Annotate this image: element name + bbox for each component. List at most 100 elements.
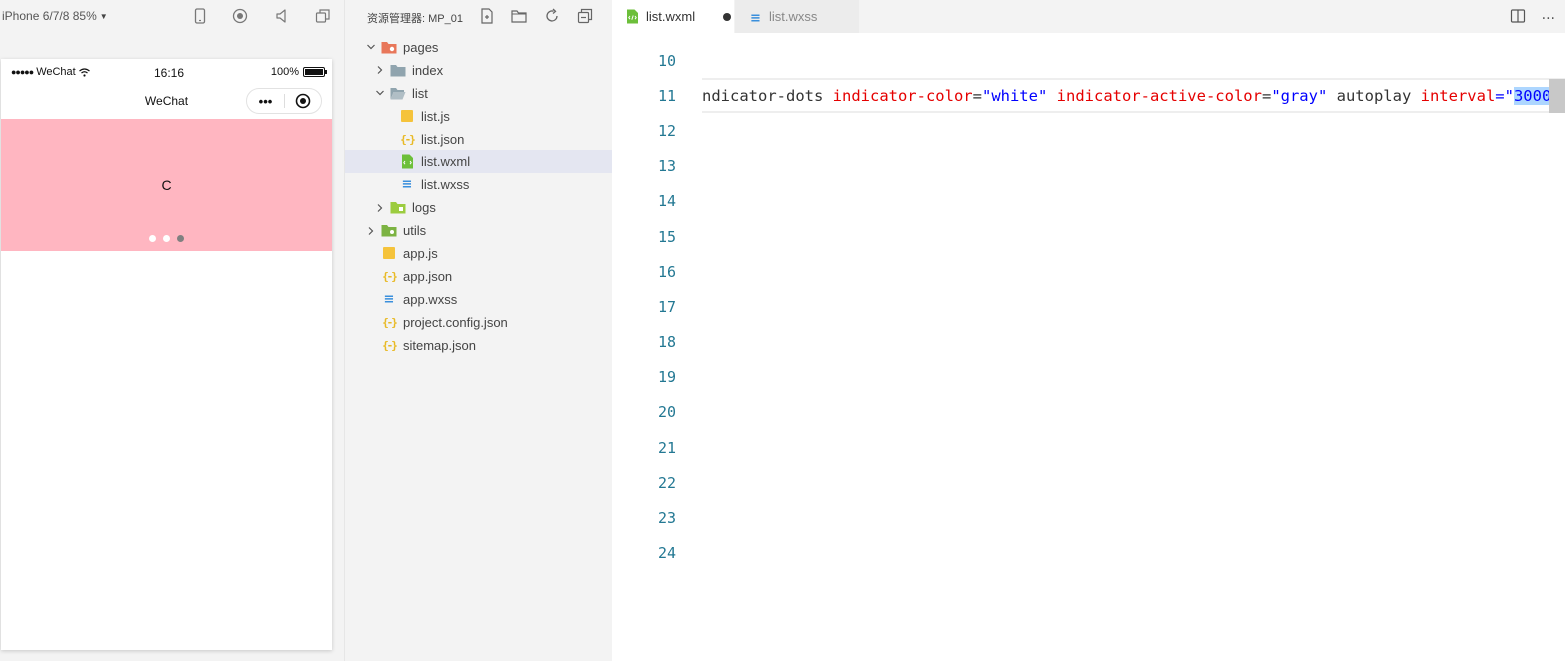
tree-item-label: app.wxss bbox=[403, 291, 458, 307]
chevron-right-icon bbox=[374, 65, 386, 75]
code-line[interactable] bbox=[702, 325, 1565, 360]
tab-list-wxml[interactable]: list.wxml bbox=[612, 0, 734, 33]
tree-item-logs[interactable]: logs bbox=[345, 196, 613, 219]
code-token: 3000 bbox=[1513, 86, 1552, 105]
new-folder-icon[interactable] bbox=[511, 8, 527, 24]
tree-item-list-wxss[interactable]: ≡ list.wxss bbox=[345, 173, 613, 196]
code-line[interactable] bbox=[702, 465, 1565, 500]
more-icon[interactable]: ••• bbox=[247, 94, 284, 109]
phone-icon[interactable] bbox=[192, 8, 208, 24]
code-line[interactable] bbox=[702, 149, 1565, 184]
indicator-dot bbox=[163, 235, 170, 242]
code-line[interactable] bbox=[702, 43, 1565, 78]
signal-icon: ●●●●● bbox=[11, 67, 34, 77]
tree-item-label: utils bbox=[403, 223, 427, 239]
tree-item-pages[interactable]: pages bbox=[345, 36, 613, 59]
tree-item-app-wxss[interactable]: ≡ app.wxss bbox=[345, 288, 613, 311]
code-token: indicator-active-color bbox=[1056, 86, 1262, 105]
code-line[interactable] bbox=[702, 254, 1565, 289]
folder-icon bbox=[390, 63, 406, 77]
line-number: 13 bbox=[657, 157, 676, 176]
code-line[interactable]: ndicator-dots indicator-color = "white" in… bbox=[702, 78, 1565, 114]
status-time: 16:16 bbox=[154, 66, 185, 80]
tree-item-list-js[interactable]: list.js bbox=[345, 105, 613, 128]
battery-label: 100% bbox=[270, 66, 299, 78]
code-line[interactable] bbox=[702, 184, 1565, 219]
tree-item-label: project.config.json bbox=[403, 314, 508, 330]
new-file-icon[interactable] bbox=[479, 8, 495, 24]
tree-item-label: list bbox=[412, 85, 428, 101]
explorer-pane: 资源管理器: MP_01 pages index list list.js {-} lis… bbox=[344, 0, 613, 661]
indicator-dot bbox=[177, 235, 184, 242]
tree-item-list-json[interactable]: {-} list.json bbox=[345, 128, 613, 151]
wxml-file-icon bbox=[399, 154, 415, 169]
code-line[interactable] bbox=[702, 113, 1565, 148]
line-number: 18 bbox=[657, 333, 676, 352]
code-token: interval bbox=[1420, 86, 1496, 105]
swiper-item-text: C bbox=[161, 177, 172, 193]
json-file-icon: {-} bbox=[400, 132, 416, 146]
collapse-all-icon[interactable] bbox=[577, 8, 593, 24]
folder-logs-icon bbox=[390, 201, 406, 215]
explorer-title: 资源管理器: MP_01 bbox=[367, 13, 463, 25]
svg-text:≡: ≡ bbox=[750, 11, 761, 24]
tree-item-app-json[interactable]: {-} app.json bbox=[345, 265, 613, 288]
tree-item-project-config-json[interactable]: {-} project.config.json bbox=[345, 311, 613, 334]
line-number-gutter: 10 11 12 13 14 15 16 17 18 19 20 21 22 23 24 bbox=[612, 43, 692, 571]
tree-item-index[interactable]: index bbox=[345, 59, 613, 82]
code-line[interactable] bbox=[702, 536, 1565, 571]
split-editor-icon[interactable] bbox=[1510, 8, 1526, 29]
chevron-down-icon bbox=[374, 88, 386, 98]
more-actions-icon[interactable]: ··· bbox=[1542, 11, 1555, 27]
detach-window-icon[interactable] bbox=[315, 8, 331, 24]
volume-icon[interactable] bbox=[274, 8, 290, 24]
tree-item-app-js[interactable]: app.js bbox=[345, 242, 613, 265]
line-number: 20 bbox=[657, 403, 676, 422]
folder-open-icon bbox=[390, 86, 406, 100]
explorer-header: 资源管理器: MP_01 bbox=[345, 0, 613, 32]
record-stop-icon[interactable] bbox=[232, 8, 248, 24]
tree-item-utils[interactable]: utils bbox=[345, 219, 613, 242]
close-miniprogram-icon[interactable] bbox=[285, 93, 321, 109]
refresh-icon[interactable] bbox=[544, 8, 560, 24]
swiper[interactable]: C bbox=[1, 119, 332, 251]
tree-item-label: sitemap.json bbox=[403, 337, 476, 353]
line-number: 22 bbox=[657, 473, 676, 492]
line-number: 12 bbox=[657, 121, 676, 140]
tab-label: list.wxss bbox=[769, 9, 818, 24]
tab-list-wxss[interactable]: ≡ list.wxss bbox=[735, 0, 859, 33]
chevron-right-icon bbox=[365, 226, 377, 236]
code-line[interactable] bbox=[702, 360, 1565, 395]
line-number: 23 bbox=[657, 509, 676, 528]
js-file-icon bbox=[399, 109, 415, 123]
unsaved-dot-icon[interactable] bbox=[723, 12, 732, 21]
code-line[interactable] bbox=[702, 430, 1565, 465]
tree-item-label: app.json bbox=[403, 268, 453, 284]
editor-pane: list.wxml ≡ list.wxss ··· 10 11 12 13 14 15 16… bbox=[612, 0, 1565, 661]
code-line[interactable] bbox=[702, 395, 1565, 430]
phone-screen: ●●●●● WeChat 16:16 100% WeChat ••• C bbox=[1, 59, 332, 650]
caret-down-icon: ▼ bbox=[99, 11, 108, 21]
tree-item-sitemap-json[interactable]: {-} sitemap.json bbox=[345, 334, 613, 357]
line-number: 16 bbox=[657, 262, 676, 281]
tree-item-label: app.js bbox=[403, 245, 438, 261]
code-line[interactable] bbox=[702, 289, 1565, 324]
wxss-file-icon: ≡ bbox=[401, 177, 413, 193]
battery-icon bbox=[303, 67, 327, 77]
code-line[interactable] bbox=[702, 219, 1565, 254]
line-number: 14 bbox=[657, 192, 676, 211]
code-area[interactable]: ndicator-dots indicator-color = "white" in… bbox=[702, 43, 1565, 571]
scrollbar-track[interactable] bbox=[1549, 79, 1565, 113]
carrier-label: WeChat bbox=[36, 66, 76, 78]
tree-item-list[interactable]: list bbox=[345, 82, 613, 105]
wxml-file-icon bbox=[624, 9, 640, 25]
tree-item-label: list.wxml bbox=[421, 154, 471, 170]
line-number: 17 bbox=[657, 297, 676, 316]
device-select[interactable]: iPhone 6/7/8 85% ▼ bbox=[2, 9, 108, 23]
code-token: ndicator-dots bbox=[702, 86, 833, 105]
tree-item-list-wxml[interactable]: list.wxml bbox=[345, 150, 613, 174]
indicator-dot bbox=[149, 235, 156, 242]
line-number: 15 bbox=[657, 227, 676, 246]
code-line[interactable] bbox=[702, 500, 1565, 535]
line-number: 11 bbox=[657, 86, 676, 105]
